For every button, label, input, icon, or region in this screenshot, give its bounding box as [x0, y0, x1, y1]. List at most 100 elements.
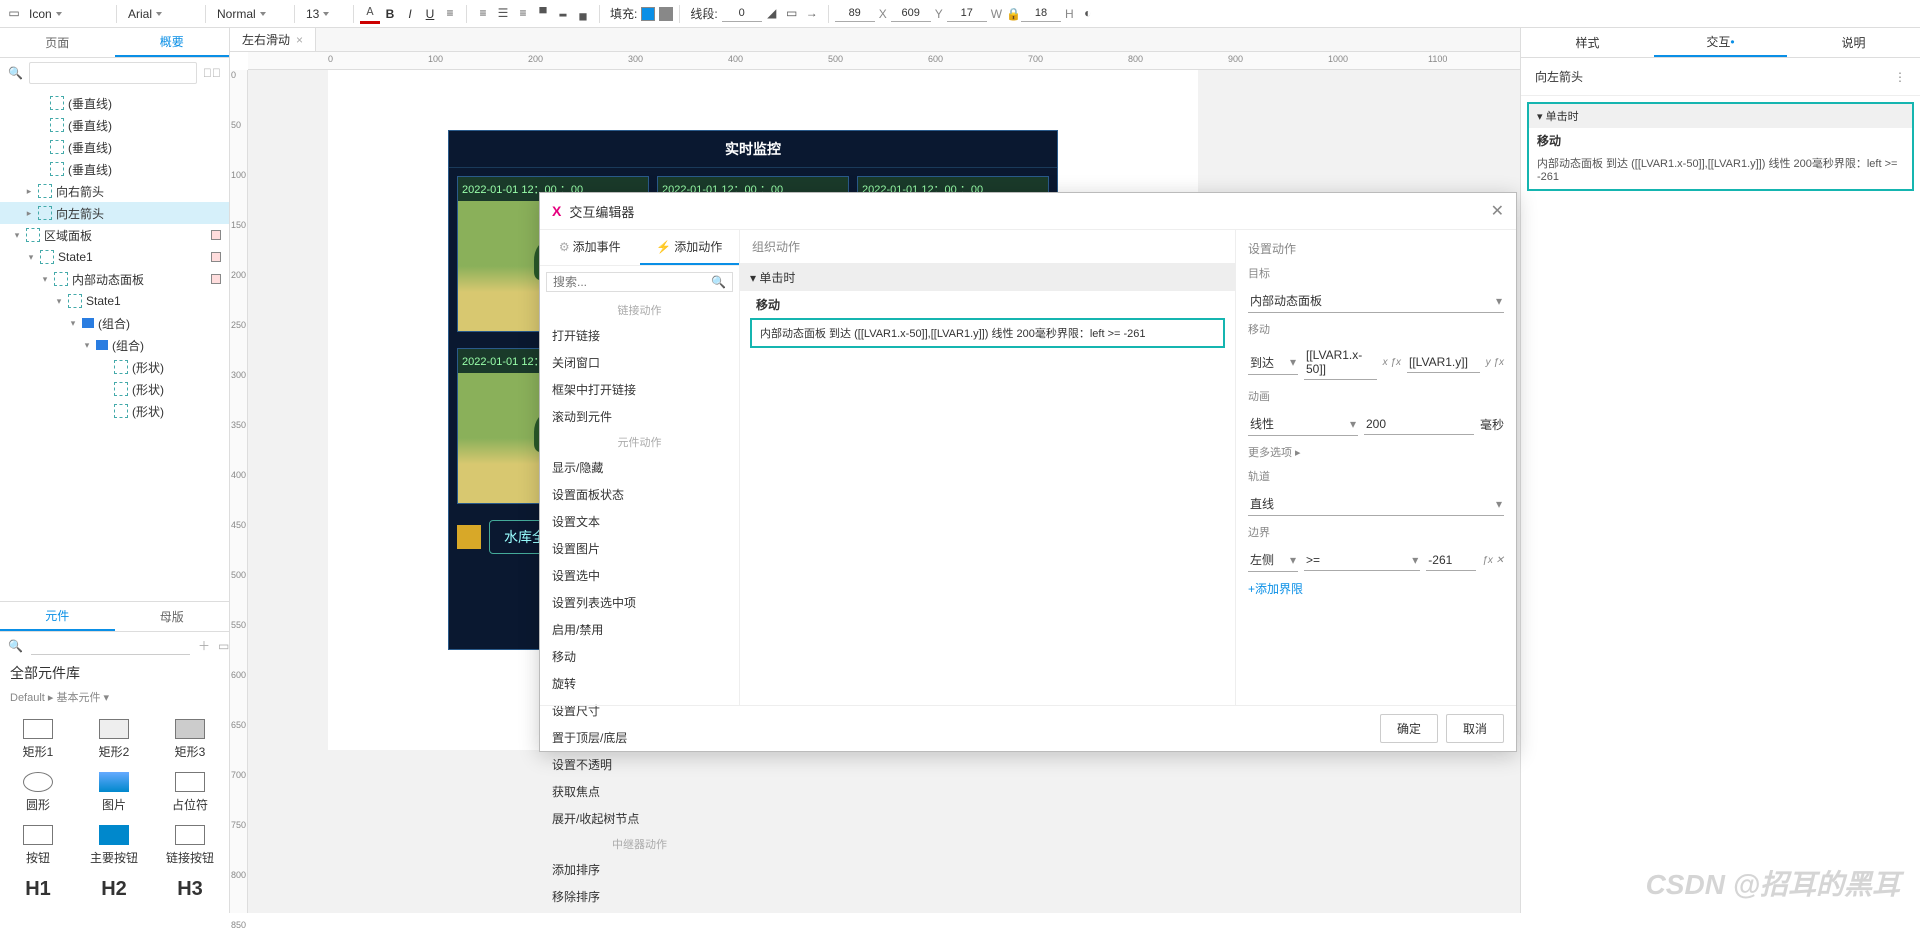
fill-color-2[interactable] [659, 7, 673, 21]
action-item[interactable]: 设置选中 [540, 562, 739, 589]
lib-item[interactable]: 矩形3 [152, 713, 228, 766]
event-row[interactable]: ▾ 单击时 [740, 264, 1235, 291]
lib-title[interactable]: 全部元件库 [0, 659, 229, 687]
tab-pages[interactable]: 页面 [0, 28, 115, 57]
track-select[interactable]: 直线▾ [1248, 492, 1504, 516]
cancel-button[interactable]: 取消 [1446, 714, 1504, 743]
bound-val-input[interactable]: -261 [1426, 550, 1476, 571]
lib-item[interactable]: 矩形1 [0, 713, 76, 766]
nav-icon[interactable] [457, 525, 481, 549]
interaction-event[interactable]: ▾ 单击时 移动 内部动态面板 到达 ([[LVAR1.x-50]],[[LVA… [1527, 102, 1914, 191]
tab-notes[interactable]: 说明 [1787, 28, 1920, 57]
w-input[interactable] [947, 5, 987, 22]
action-detail[interactable]: 内部动态面板 到达 ([[LVAR1.x-50]],[[LVAR1.y]]) 线… [750, 318, 1225, 348]
lib-item[interactable]: 占位符 [152, 766, 228, 819]
action-item[interactable]: 获取焦点 [540, 778, 739, 805]
text-color-icon[interactable]: A [360, 4, 380, 24]
valign-top-icon[interactable]: ▀ [533, 4, 553, 24]
move-type-select[interactable]: 到达▾ [1248, 351, 1298, 375]
lib-item[interactable]: H2 [76, 872, 152, 907]
event-header[interactable]: ▾ 单击时 [1529, 104, 1912, 128]
size-select[interactable]: 13 [301, 3, 347, 25]
filter-icon[interactable]: �⃞ [203, 66, 221, 80]
action-item[interactable]: 设置列表选中项 [540, 589, 739, 616]
action-item[interactable]: 显示/隐藏 [540, 454, 739, 481]
align-left-icon[interactable]: ≡ [473, 4, 493, 24]
action-item[interactable]: 设置文本 [540, 508, 739, 535]
close-icon[interactable]: ✕ [1491, 201, 1504, 221]
tree-row[interactable]: (垂直线) [0, 136, 229, 158]
line-width-input[interactable] [722, 5, 762, 22]
tree-row[interactable]: (垂直线) [0, 158, 229, 180]
action-item[interactable]: 框架中打开链接 [540, 376, 739, 403]
tree-row[interactable]: ▾(组合) [0, 312, 229, 334]
align-center-icon[interactable]: ☰ [493, 4, 513, 24]
align-right-icon[interactable]: ≡ [513, 4, 533, 24]
action-item[interactable]: 移除排序 [540, 883, 739, 910]
action-row[interactable]: 移动 [740, 291, 1235, 318]
arrow-icon[interactable]: → [802, 4, 822, 24]
x-input[interactable] [835, 5, 875, 22]
tree-row[interactable]: ▾(组合) [0, 334, 229, 356]
bullets-icon[interactable]: ≡ [440, 4, 460, 24]
options-icon[interactable]: ⋮ [1894, 70, 1906, 84]
action-item[interactable]: 旋转 [540, 670, 739, 697]
tab-add-action[interactable]: ⚡ 添加动作 [640, 230, 740, 265]
lib-item[interactable]: 矩形2 [76, 713, 152, 766]
italic-icon[interactable]: I [400, 4, 420, 24]
tab-style[interactable]: 样式 [1521, 28, 1654, 57]
action-item[interactable]: 设置面板状态 [540, 481, 739, 508]
action-item[interactable]: 设置不透明 [540, 751, 739, 778]
anim-type-select[interactable]: 线性▾ [1248, 412, 1358, 436]
outline-search[interactable] [29, 62, 197, 84]
move-y-input[interactable]: [[LVAR1.y]] [1407, 352, 1480, 373]
more-icon[interactable]: ◐ [1078, 4, 1098, 24]
lock-icon[interactable]: 🔒 [1006, 7, 1021, 21]
tab-outline[interactable]: 概要 [115, 28, 230, 57]
tree-row[interactable]: (垂直线) [0, 114, 229, 136]
tree-row[interactable]: (形状) [0, 400, 229, 422]
lib-view-icon[interactable]: ▭ [218, 639, 229, 653]
h-input[interactable] [1021, 5, 1061, 22]
lib-item[interactable]: 按钮 [0, 819, 76, 872]
move-x-input[interactable]: [[LVAR1.x-50]] [1304, 345, 1377, 380]
more-options[interactable]: 更多选项 ▸ [1248, 444, 1504, 460]
ok-button[interactable]: 确定 [1380, 714, 1438, 743]
add-boundary-link[interactable]: +添加界限 [1248, 580, 1504, 597]
tree-row[interactable]: (形状) [0, 378, 229, 400]
underline-icon[interactable]: U [420, 4, 440, 24]
fill-color[interactable] [641, 7, 655, 21]
tree-row[interactable]: ▾State1 [0, 246, 229, 268]
action-item[interactable]: 移动 [540, 643, 739, 670]
add-lib-icon[interactable]: ＋ [198, 637, 210, 654]
close-tab-icon[interactable]: × [296, 33, 303, 47]
font-select[interactable]: Arial [123, 3, 199, 25]
lib-item[interactable]: H3 [152, 872, 228, 907]
tree-row[interactable]: ▸向左箭头 [0, 202, 229, 224]
action-search[interactable] [553, 275, 711, 289]
bold-icon[interactable]: B [380, 4, 400, 24]
action-item[interactable]: 启用/禁用 [540, 616, 739, 643]
lib-item[interactable]: 主要按钮 [76, 819, 152, 872]
shape-icon[interactable]: ▭ [4, 4, 24, 24]
anim-duration-input[interactable]: 200 [1364, 414, 1474, 435]
doc-tab[interactable]: 左右滑动× [230, 28, 316, 51]
action-item[interactable]: 关闭窗口 [540, 349, 739, 376]
tree-row[interactable]: ▸向右箭头 [0, 180, 229, 202]
action-item[interactable]: 设置图片 [540, 535, 739, 562]
target-select[interactable]: 内部动态面板▾ [1248, 289, 1504, 313]
tree-row[interactable]: ▾State1 [0, 290, 229, 312]
action-item[interactable]: 打开链接 [540, 322, 739, 349]
weight-select[interactable]: Normal [212, 3, 288, 25]
valign-mid-icon[interactable]: ▬ [553, 4, 573, 24]
tab-masters[interactable]: 母版 [115, 602, 230, 631]
lib-subtitle[interactable]: Default ▸ 基本元件 ▾ [0, 687, 229, 707]
tab-add-event[interactable]: ⚙ 添加事件 [540, 230, 640, 265]
tree-row[interactable]: (形状) [0, 356, 229, 378]
tree-row[interactable]: ▾内部动态面板 [0, 268, 229, 290]
shape-select[interactable]: Icon [24, 3, 110, 25]
lib-item[interactable]: 链接按钮 [152, 819, 228, 872]
action-item[interactable]: 滚动到元件 [540, 403, 739, 430]
tree-row[interactable]: ▾区域面板 [0, 224, 229, 246]
lib-search-input[interactable] [31, 636, 190, 655]
